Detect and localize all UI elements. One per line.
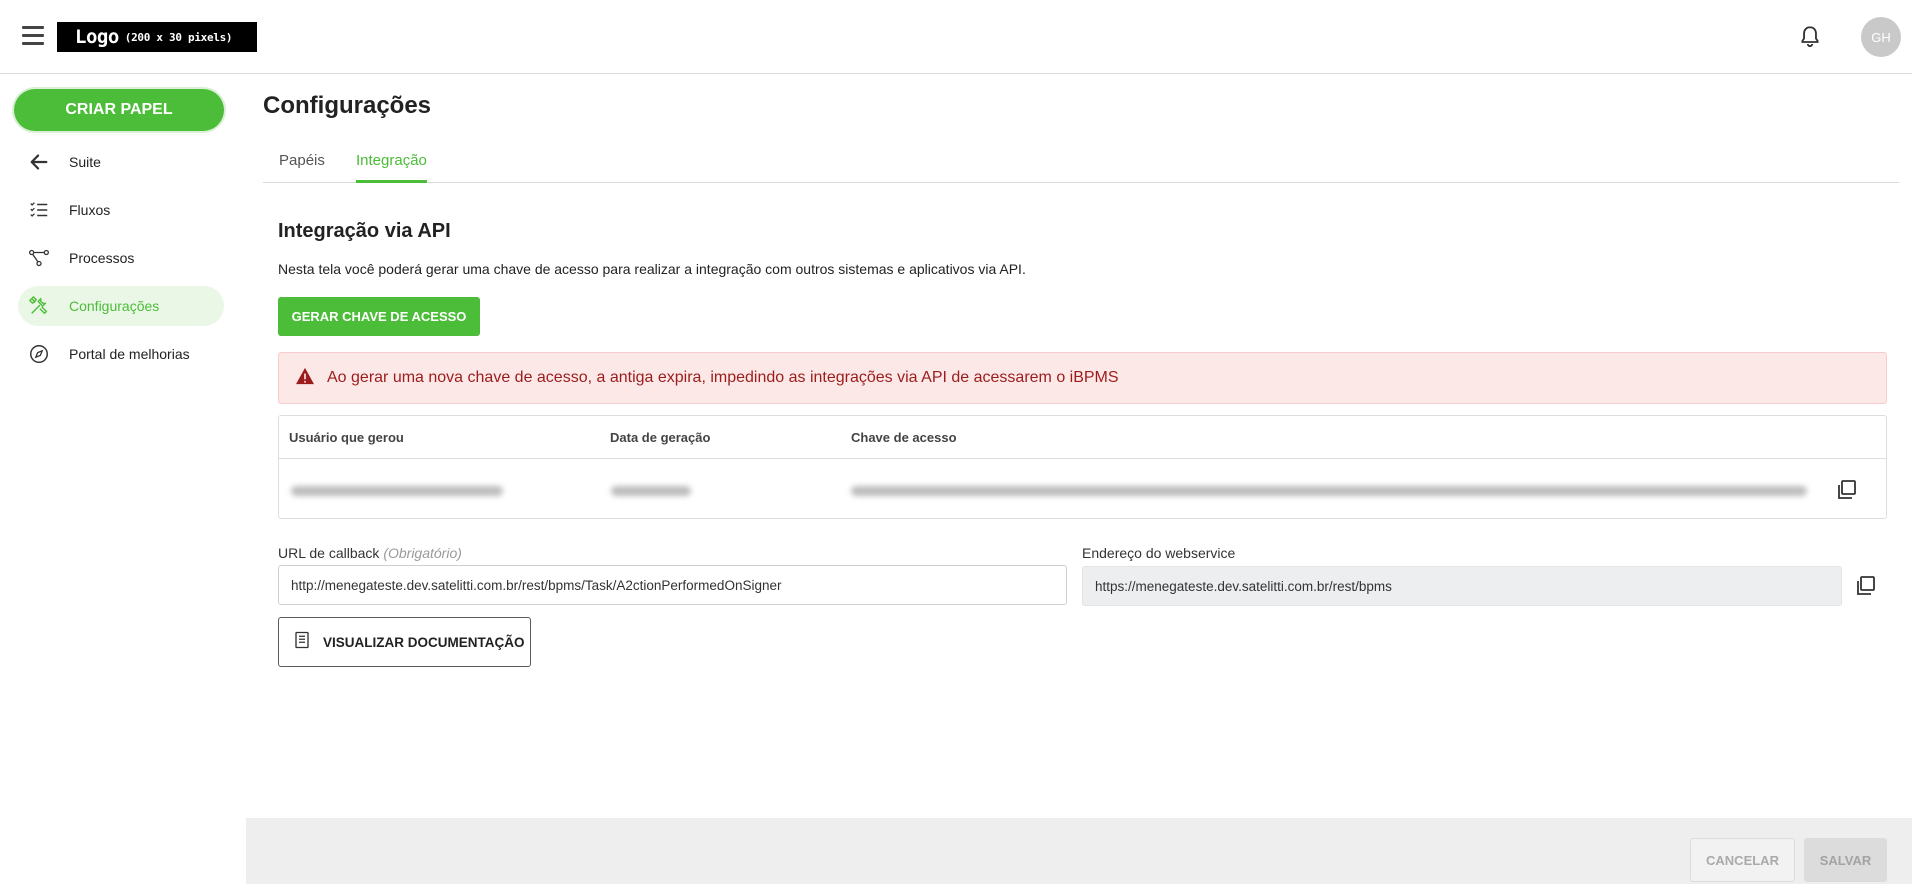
table-row xyxy=(279,459,1886,519)
logo-text: Logo xyxy=(75,26,119,48)
cancel-button[interactable]: CANCELAR xyxy=(1690,838,1795,882)
tab-integracao[interactable]: Integração xyxy=(356,141,427,183)
process-flow-icon xyxy=(26,245,52,271)
top-bar: Logo (200 x 30 pixels) GH xyxy=(0,0,1912,74)
tab-bar: Papéis Integração xyxy=(263,141,1899,183)
callback-label-text: URL de callback xyxy=(278,545,380,561)
menu-icon[interactable] xyxy=(22,26,44,46)
column-header: Usuário que gerou xyxy=(289,430,404,445)
copy-webservice-icon[interactable] xyxy=(1853,574,1877,603)
logo-size-hint: (200 x 30 pixels) xyxy=(124,30,233,44)
compass-icon xyxy=(26,341,52,367)
sidebar-item-configuracoes[interactable]: Configurações xyxy=(18,286,224,326)
column-header: Chave de acesso xyxy=(851,430,957,445)
redacted-user xyxy=(291,486,503,496)
arrow-left-icon xyxy=(26,149,52,175)
view-documentation-button[interactable]: VISUALIZAR DOCUMENTAÇÃO xyxy=(278,617,531,667)
table-header: Usuário que gerou Data de geração Chave … xyxy=(279,416,1886,459)
redacted-date xyxy=(611,486,691,496)
tab-papeis[interactable]: Papéis xyxy=(279,141,325,183)
generate-key-button[interactable]: GERAR CHAVE DE ACESSO xyxy=(278,297,480,336)
callback-url-label: URL de callback (Obrigatório) xyxy=(278,545,462,561)
create-role-button[interactable]: CRIAR PAPEL xyxy=(14,89,224,131)
sidebar-item-label: Configurações xyxy=(69,298,160,314)
document-icon xyxy=(293,631,311,654)
checklist-icon xyxy=(26,197,52,223)
alert-text: Ao gerar uma nova chave de acesso, a ant… xyxy=(327,369,1119,386)
warning-icon xyxy=(295,367,315,390)
section-title: Integração via API xyxy=(278,220,451,242)
webservice-address-field: https://menegateste.dev.satelitti.com.br… xyxy=(1082,566,1842,606)
sidebar-item-processos[interactable]: Processos xyxy=(18,238,224,278)
access-key-table: Usuário que gerou Data de geração Chave … xyxy=(278,415,1887,519)
sidebar-item-label: Suite xyxy=(69,154,101,170)
sidebar: CRIAR PAPEL Suite Fluxos Processos Confi… xyxy=(0,75,246,884)
sidebar-item-suite[interactable]: Suite xyxy=(18,142,224,182)
footer-bar: CANCELAR SALVAR xyxy=(246,818,1912,884)
callback-url-input[interactable]: http://menegateste.dev.satelitti.com.br/… xyxy=(278,565,1067,605)
page-title: Configurações xyxy=(263,92,432,119)
column-header: Data de geração xyxy=(610,430,711,445)
sidebar-item-label: Fluxos xyxy=(69,202,111,218)
tools-icon xyxy=(26,293,52,319)
warning-alert: Ao gerar uma nova chave de acesso, a ant… xyxy=(278,352,1887,404)
sidebar-item-label: Processos xyxy=(69,250,135,266)
bell-icon[interactable] xyxy=(1797,24,1823,50)
redacted-access-key xyxy=(851,486,1807,496)
save-button[interactable]: SALVAR xyxy=(1804,838,1887,882)
required-hint: (Obrigatório) xyxy=(383,545,462,561)
webservice-label: Endereço do webservice xyxy=(1082,545,1236,561)
sidebar-item-fluxos[interactable]: Fluxos xyxy=(18,190,224,230)
section-description: Nesta tela você poderá gerar uma chave d… xyxy=(278,261,1026,277)
avatar[interactable]: GH xyxy=(1861,17,1901,57)
sidebar-item-portal-de-melhorias[interactable]: Portal de melhorias xyxy=(18,334,224,374)
logo: Logo (200 x 30 pixels) xyxy=(57,22,257,52)
copy-key-icon[interactable] xyxy=(1834,478,1858,507)
sidebar-item-label: Portal de melhorias xyxy=(69,346,190,362)
documentation-label: VISUALIZAR DOCUMENTAÇÃO xyxy=(323,634,525,650)
main-content: Configurações Papéis Integração Integraç… xyxy=(246,75,1912,884)
